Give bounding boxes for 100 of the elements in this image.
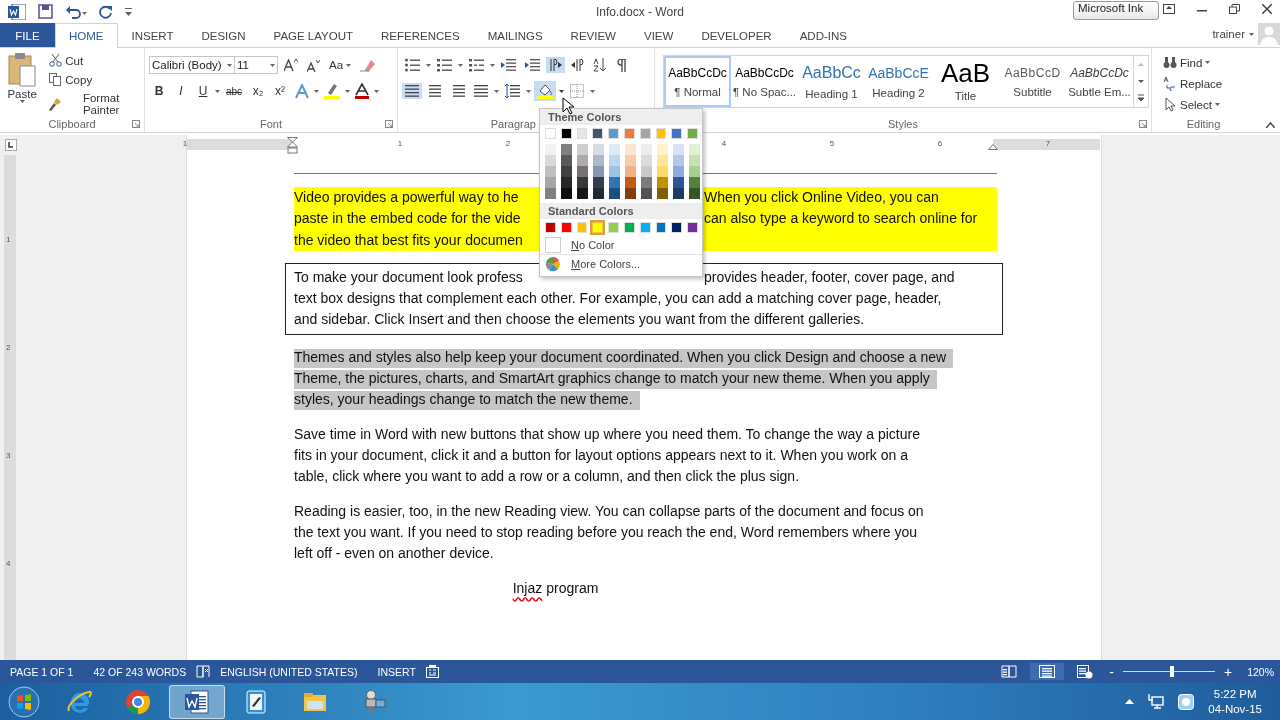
shrink-font-icon[interactable] (307, 58, 320, 72)
color-swatch[interactable] (671, 222, 683, 233)
color-swatch[interactable] (639, 128, 651, 139)
color-swatch[interactable] (673, 166, 684, 177)
color-swatch[interactable] (545, 188, 556, 199)
numbered-list-icon[interactable] (437, 58, 452, 72)
zoom-slider-thumb[interactable] (1169, 666, 1174, 677)
indent-marker-icon[interactable] (287, 137, 298, 154)
color-swatch[interactable] (577, 188, 588, 199)
ribbon-options-icon[interactable] (1163, 4, 1175, 14)
text-effects-icon[interactable] (295, 83, 309, 99)
color-swatch[interactable] (625, 166, 636, 177)
user-name[interactable]: trainer (1212, 28, 1245, 40)
save-icon[interactable] (38, 4, 53, 19)
tab-selector-icon[interactable] (5, 139, 17, 151)
color-swatch[interactable] (593, 177, 604, 188)
globe-e-icon[interactable] (66, 688, 92, 715)
color-swatch[interactable] (689, 177, 700, 188)
color-swatch[interactable] (561, 188, 572, 199)
multilevel-list-icon[interactable] (469, 58, 484, 72)
ink-toolbar[interactable]: Microsoft Ink (1073, 1, 1159, 20)
color-swatch[interactable] (689, 188, 700, 199)
web-layout-icon[interactable] (1077, 664, 1094, 679)
subscript-button[interactable]: x₂ (248, 82, 268, 100)
color-swatch[interactable] (592, 128, 604, 139)
color-swatch[interactable] (673, 177, 684, 188)
color-swatch[interactable] (592, 222, 604, 233)
right-to-left-icon[interactable] (571, 59, 584, 71)
color-swatch[interactable] (609, 177, 620, 188)
ribbon-tab[interactable]: REFERENCES (367, 23, 474, 47)
style-option[interactable]: AaBbCcD Subtitle (999, 56, 1066, 107)
show-hidden-icons-icon[interactable] (1125, 699, 1135, 704)
clock-time[interactable]: 5:22 PM (1213, 686, 1257, 702)
color-swatch[interactable] (655, 222, 667, 233)
color-swatch[interactable] (625, 155, 636, 166)
font-size-field[interactable]: 11 (234, 56, 278, 74)
color-swatch[interactable] (625, 188, 636, 199)
color-swatch[interactable] (624, 128, 635, 139)
clock-date[interactable]: 04-Nov-15 (1208, 701, 1262, 717)
notepad-icon[interactable] (243, 688, 269, 715)
start-button-icon[interactable] (8, 685, 40, 718)
menu-item[interactable]: More Colors... (540, 254, 702, 273)
ribbon-tab[interactable]: MAILINGS (473, 23, 557, 47)
color-swatch[interactable] (576, 222, 588, 233)
zoom-level[interactable]: 120% (1239, 665, 1274, 678)
network-icon[interactable] (1148, 693, 1165, 710)
ribbon-tab[interactable]: VIEW (630, 23, 688, 47)
color-swatch[interactable] (609, 144, 620, 155)
color-swatch[interactable] (545, 177, 556, 188)
color-swatch[interactable] (657, 177, 668, 188)
color-swatch[interactable] (593, 166, 604, 177)
color-swatch[interactable] (560, 128, 572, 139)
print-layout-icon[interactable] (1039, 665, 1056, 678)
align-right-icon[interactable] (451, 85, 465, 97)
color-swatch[interactable] (608, 128, 619, 139)
clipboard-button[interactable]: Format Painter (46, 90, 140, 118)
read-mode-icon[interactable] (1001, 665, 1018, 678)
grow-font-icon[interactable] (284, 58, 298, 72)
color-swatch[interactable] (545, 155, 556, 166)
dialog-launcher-icon[interactable] (1139, 120, 1147, 128)
editing-button[interactable]: Find (1160, 52, 1214, 73)
color-swatch[interactable] (639, 222, 651, 233)
tray-app-icon[interactable] (1178, 693, 1195, 710)
underline-button[interactable]: U (193, 82, 213, 100)
color-swatch[interactable] (608, 222, 619, 233)
color-swatch[interactable] (655, 128, 667, 139)
color-swatch[interactable] (561, 155, 572, 166)
color-swatch[interactable] (577, 166, 588, 177)
color-swatch[interactable] (673, 188, 684, 199)
ribbon-tab[interactable]: DESIGN (187, 23, 260, 47)
document-w-icon[interactable] (184, 688, 210, 715)
avatar-icon[interactable] (1258, 23, 1280, 45)
color-swatch[interactable] (560, 222, 572, 233)
ribbon-tab[interactable]: INSERT (117, 23, 188, 47)
color-swatch[interactable] (673, 144, 684, 155)
color-swatch[interactable] (689, 155, 700, 166)
bold-button[interactable]: B (149, 82, 169, 100)
color-swatch[interactable] (609, 188, 620, 199)
line-spacing-icon[interactable] (505, 84, 520, 98)
style-option[interactable]: AaBbCcDc ¶ No Spac... (731, 56, 798, 107)
highlighter-icon[interactable] (324, 83, 340, 99)
color-swatch[interactable] (593, 188, 604, 199)
color-swatch[interactable] (689, 166, 700, 177)
zoom-out-button[interactable]: - (1106, 663, 1117, 680)
color-swatch[interactable] (657, 155, 668, 166)
color-swatch[interactable] (625, 177, 636, 188)
clipboard-button[interactable]: Cut (46, 52, 140, 69)
color-swatch[interactable] (577, 155, 588, 166)
style-option[interactable]: AaBbCcDc Subtle Em... (1066, 56, 1133, 107)
change-case-button[interactable]: Aa (326, 57, 355, 73)
customize-icon[interactable] (125, 7, 132, 16)
page-count[interactable]: PAGE 1 OF 1 (0, 665, 84, 678)
mode-indicator[interactable]: INSERT (367, 665, 426, 678)
color-swatch[interactable] (657, 188, 668, 199)
font-color-icon[interactable] (355, 83, 369, 99)
ribbon-tab[interactable]: PAGE LAYOUT (259, 23, 368, 47)
ribbon-tab[interactable]: ADD-INS (785, 23, 861, 47)
color-swatch[interactable] (673, 155, 684, 166)
sort-icon[interactable] (593, 58, 607, 72)
align-left-icon[interactable] (405, 85, 419, 97)
